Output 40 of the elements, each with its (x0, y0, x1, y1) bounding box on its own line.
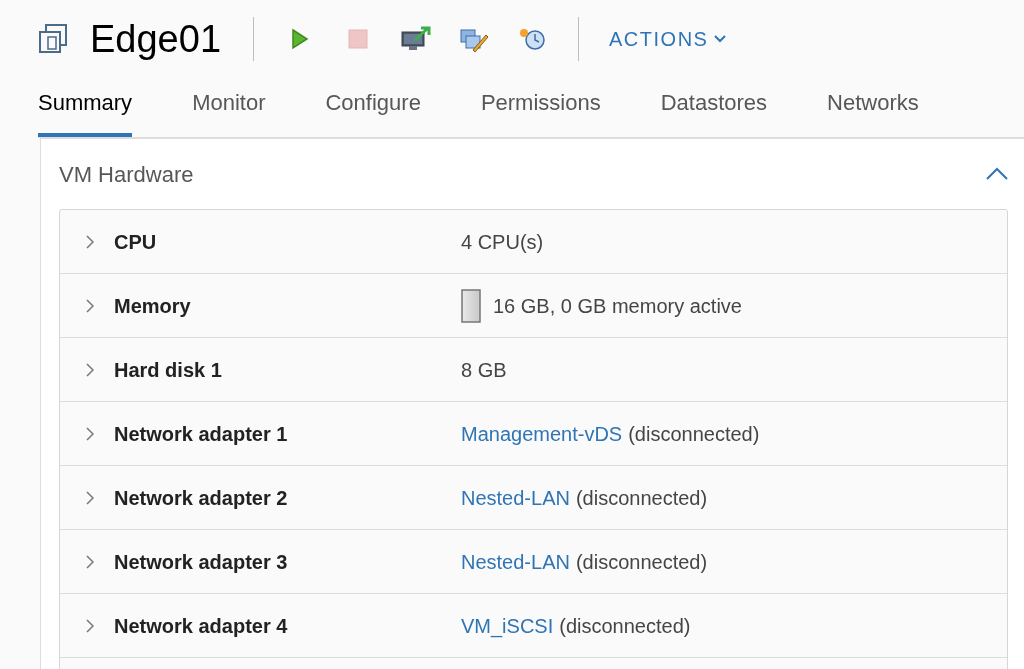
row-label: Network adapter 1 (114, 421, 289, 447)
tab[interactable]: Datastores (660, 86, 768, 137)
chevron-right-icon[interactable] (86, 426, 94, 441)
stop-icon (348, 29, 368, 49)
chevron-right-icon[interactable] (86, 362, 94, 377)
panel-title: VM Hardware (59, 160, 194, 189)
chevron-right-icon[interactable] (86, 234, 94, 249)
row-value: (disconnected) (575, 485, 708, 511)
network-link[interactable]: Nested-LAN (461, 482, 570, 513)
chevron-right-icon[interactable] (86, 298, 94, 313)
chevron-right-icon[interactable] (86, 618, 94, 633)
row-value: (disconnected) (559, 613, 691, 639)
row-label: CPU (114, 229, 158, 255)
edit-pencil-icon (459, 26, 489, 52)
play-icon (291, 28, 309, 50)
network-link[interactable]: Management-vDS (461, 418, 623, 449)
monitor-arrow-icon (401, 26, 431, 52)
tab[interactable]: Monitor (192, 86, 266, 137)
row-label: Network adapter 3 (114, 549, 289, 575)
tab[interactable]: Permissions (480, 86, 601, 137)
chevron-right-icon[interactable] (86, 554, 94, 569)
tab[interactable]: Configure (325, 86, 421, 137)
row-value: 8 GB (461, 357, 507, 383)
vm-title: Edge01 (90, 16, 221, 62)
row-label: Hard disk 1 (114, 357, 223, 383)
network-link[interactable]: VM_iSCSI (461, 610, 554, 641)
network-link[interactable]: Nested-LAN (461, 546, 570, 577)
chevron-right-icon[interactable] (86, 490, 94, 505)
virtual-machine-icon (38, 23, 70, 55)
row-label: Memory (114, 293, 192, 319)
row-value: (disconnected) (628, 421, 760, 447)
clock-star-icon (517, 26, 547, 52)
chevron-down-icon (714, 35, 727, 43)
row-value: (disconnected) (575, 549, 708, 575)
actions-menu-button[interactable]: ACTIONS (609, 24, 727, 54)
row-value: 16 GB, 0 GB memory active (493, 293, 742, 319)
row-label: Network adapter 2 (114, 485, 289, 511)
tab[interactable]: Networks (827, 86, 919, 137)
row-label: Network adapter 4 (114, 613, 289, 639)
row-value: 4 CPU(s) (461, 229, 544, 255)
